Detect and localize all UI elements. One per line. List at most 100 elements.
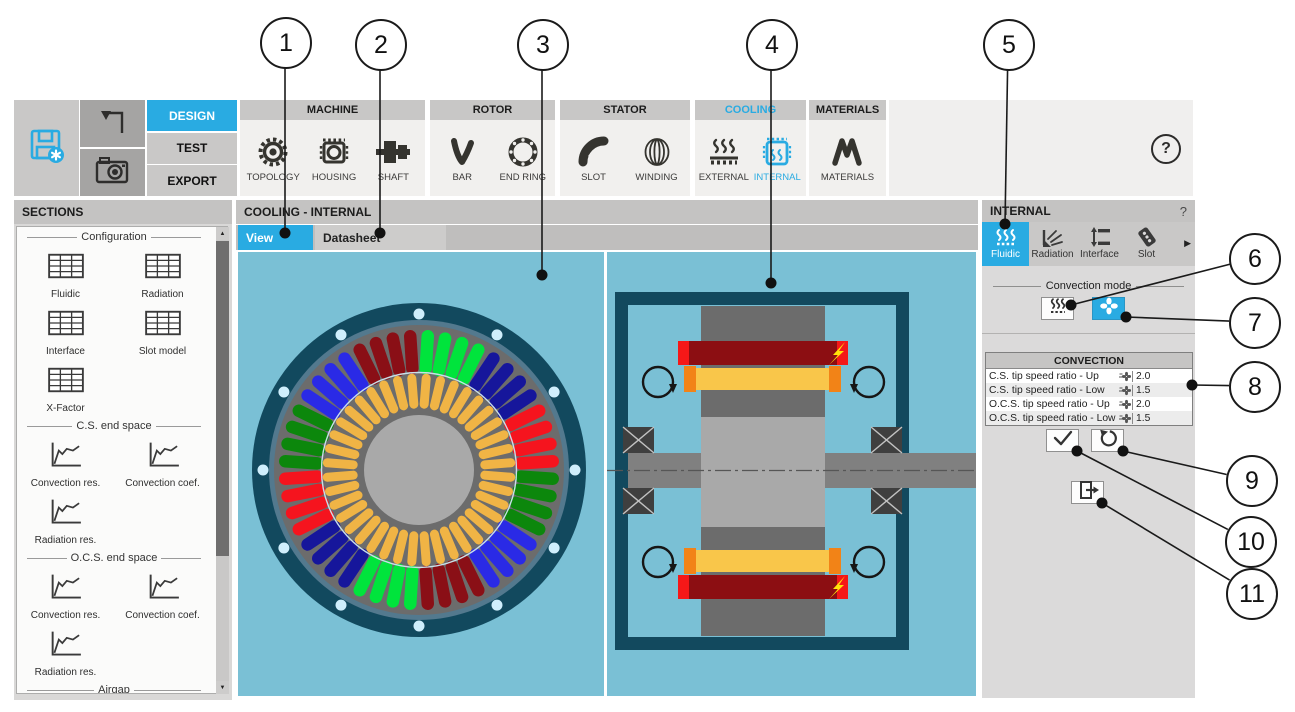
ribbon-item-label: EXTERNAL <box>698 172 749 183</box>
design-mode-button[interactable]: DESIGN <box>147 100 237 131</box>
section-item-convection-res[interactable]: Convection res. <box>31 572 100 621</box>
return-arrow-icon <box>93 103 133 144</box>
internal-panel-header: INTERNAL ? <box>982 200 1195 222</box>
ribbon-item-external[interactable]: EXTERNAL <box>699 133 749 183</box>
reset-button[interactable] <box>1091 429 1124 452</box>
save-icon <box>27 126 67 171</box>
section-item-fluidic[interactable]: Fluidic <box>44 251 88 300</box>
ribbon-item-label: WINDING <box>635 172 678 183</box>
axial-cross-section-view[interactable] <box>607 252 976 696</box>
section-group-o-c-s-end-space: O.C.S. end space Convection res. Convectio… <box>17 552 211 680</box>
ribbon-item-housing[interactable]: HOUSING <box>309 133 359 183</box>
camera-icon <box>94 154 132 191</box>
convection-mode-title: Convection mode <box>1045 280 1132 292</box>
parameter-value[interactable]: 1.5 <box>1132 384 1192 396</box>
ribbon-item-label: BAR <box>452 172 473 183</box>
tab-datasheet[interactable]: Datasheet <box>315 225 446 250</box>
ribbon-group-title: MACHINE <box>240 100 425 120</box>
help-button[interactable]: ? <box>1151 134 1181 164</box>
materials-icon <box>830 133 864 171</box>
external-cooling-icon <box>706 133 742 171</box>
ribbon-item-topology[interactable]: TOPOLOGY <box>247 133 300 183</box>
ribbon-item-materials[interactable]: MATERIALS <box>821 133 874 183</box>
fan-small-icon <box>1116 399 1132 410</box>
callout-2: 2 <box>355 19 407 71</box>
section-item-label: Convection res. <box>30 610 101 621</box>
ribbon-item-label: SHAFT <box>377 172 409 183</box>
mode-buttons: DESIGN TEST EXPORT <box>147 100 237 196</box>
more-tabs-arrow-icon[interactable]: ▶ <box>1184 238 1191 249</box>
ribbon-item-bar[interactable]: BAR <box>437 133 487 183</box>
forced-convection-button[interactable] <box>1092 297 1125 320</box>
scrollbar[interactable]: ▲ ▼ <box>216 227 229 694</box>
internal-panel-title: INTERNAL <box>990 204 1051 218</box>
ribbon-item-slot[interactable]: SLOT <box>569 133 619 183</box>
section-item-convection-res[interactable]: Convection res. <box>31 440 100 489</box>
section-item-x-factor[interactable]: X-Factor <box>44 365 88 414</box>
axial-view-drawing <box>607 292 976 650</box>
section-item-convection-coef[interactable]: Convection coef. <box>125 440 200 489</box>
convection-table-rows: C.S. tip speed ratio - Up 2.0 C.S. tip spe… <box>986 369 1192 425</box>
export-mode-button[interactable]: EXPORT <box>147 165 237 196</box>
chart-icon <box>45 497 85 532</box>
apply-button[interactable] <box>1046 429 1079 452</box>
export-table-button[interactable] <box>1071 481 1104 504</box>
ribbon-item-shaft[interactable]: SHAFT <box>368 133 418 183</box>
chart-icon <box>45 440 85 475</box>
sections-panel: SECTIONS Configuration Fluidic Radiation In… <box>14 200 232 700</box>
internal-tab-slot[interactable]: Slot <box>1123 222 1170 266</box>
sections-list: Configuration Fluidic Radiation Interface Sl… <box>16 226 228 694</box>
table-row-o-c-s-tip-speed-ratio-up: O.C.S. tip speed ratio - Up 2.0 <box>986 397 1192 411</box>
radial-cross-section-view[interactable] <box>238 252 604 696</box>
test-mode-button[interactable]: TEST <box>147 132 237 164</box>
internal-tab-fluidic[interactable]: Fluidic <box>982 222 1029 266</box>
ribbon-item-winding[interactable]: WINDING <box>632 133 682 183</box>
end-ring-icon <box>506 133 540 171</box>
internal-tab-interface[interactable]: Interface <box>1076 222 1123 266</box>
section-item-interface[interactable]: Interface <box>44 308 88 357</box>
internal-cooling-icon <box>759 133 795 171</box>
parameter-value[interactable]: 2.0 <box>1132 398 1192 410</box>
callout-4: 4 <box>746 19 798 71</box>
section-item-label: Radiation res. <box>34 535 97 546</box>
ribbon-item-internal[interactable]: INTERNAL <box>752 133 802 183</box>
section-group-title: Airgap <box>98 684 130 694</box>
return-arrow-button[interactable] <box>80 100 145 147</box>
panel-help-button[interactable]: ? <box>1180 204 1187 219</box>
export-icon <box>1076 479 1100 506</box>
section-item-convection-coef[interactable]: Convection coef. <box>125 572 200 621</box>
section-group-airgap: Airgap <box>17 684 211 694</box>
save-button[interactable] <box>14 100 79 196</box>
convection-mode-group: Convection mode <box>988 280 1189 292</box>
table-icon <box>44 365 88 400</box>
parameter-value[interactable]: 1.5 <box>1132 412 1192 424</box>
callout-1: 1 <box>260 17 312 69</box>
ribbon-group-cooling: COOLING EXTERNAL INTERNAL <box>695 100 806 196</box>
parameter-value[interactable]: 2.0 <box>1132 370 1192 382</box>
callout-11: 11 <box>1226 568 1278 620</box>
callout-6: 6 <box>1229 233 1281 285</box>
radial-view-drawing <box>252 303 586 637</box>
table-icon <box>141 251 185 286</box>
section-item-radiation-res[interactable]: Radiation res. <box>34 497 97 546</box>
snapshot-button[interactable] <box>80 149 145 196</box>
chart-icon <box>45 629 85 664</box>
section-item-slot-model[interactable]: Slot model <box>139 308 186 357</box>
undo-icon <box>1097 427 1119 454</box>
ribbon-item-end-ring[interactable]: END RING <box>498 133 548 183</box>
scrollbar-thumb[interactable] <box>216 241 229 556</box>
section-item-label: Fluidic <box>51 289 80 300</box>
section-item-label: Interface <box>46 346 85 357</box>
scrollbar-up-arrow[interactable]: ▲ <box>216 227 229 240</box>
section-item-radiation-res[interactable]: Radiation res. <box>35 629 96 678</box>
tab-view[interactable]: View <box>238 225 313 250</box>
section-item-radiation[interactable]: Radiation <box>141 251 185 300</box>
scrollbar-down-arrow[interactable]: ▼ <box>216 681 229 694</box>
natural-convection-button[interactable] <box>1041 297 1074 320</box>
internal-tab-radiation[interactable]: Radiation <box>1029 222 1076 266</box>
section-group-c-s-end-space: C.S. end space Convection res. Convection … <box>17 420 211 548</box>
heat-waves-icon <box>1046 297 1070 320</box>
fan-icon <box>1098 297 1120 320</box>
fluidic-icon <box>993 225 1019 249</box>
chart-icon <box>45 572 85 607</box>
